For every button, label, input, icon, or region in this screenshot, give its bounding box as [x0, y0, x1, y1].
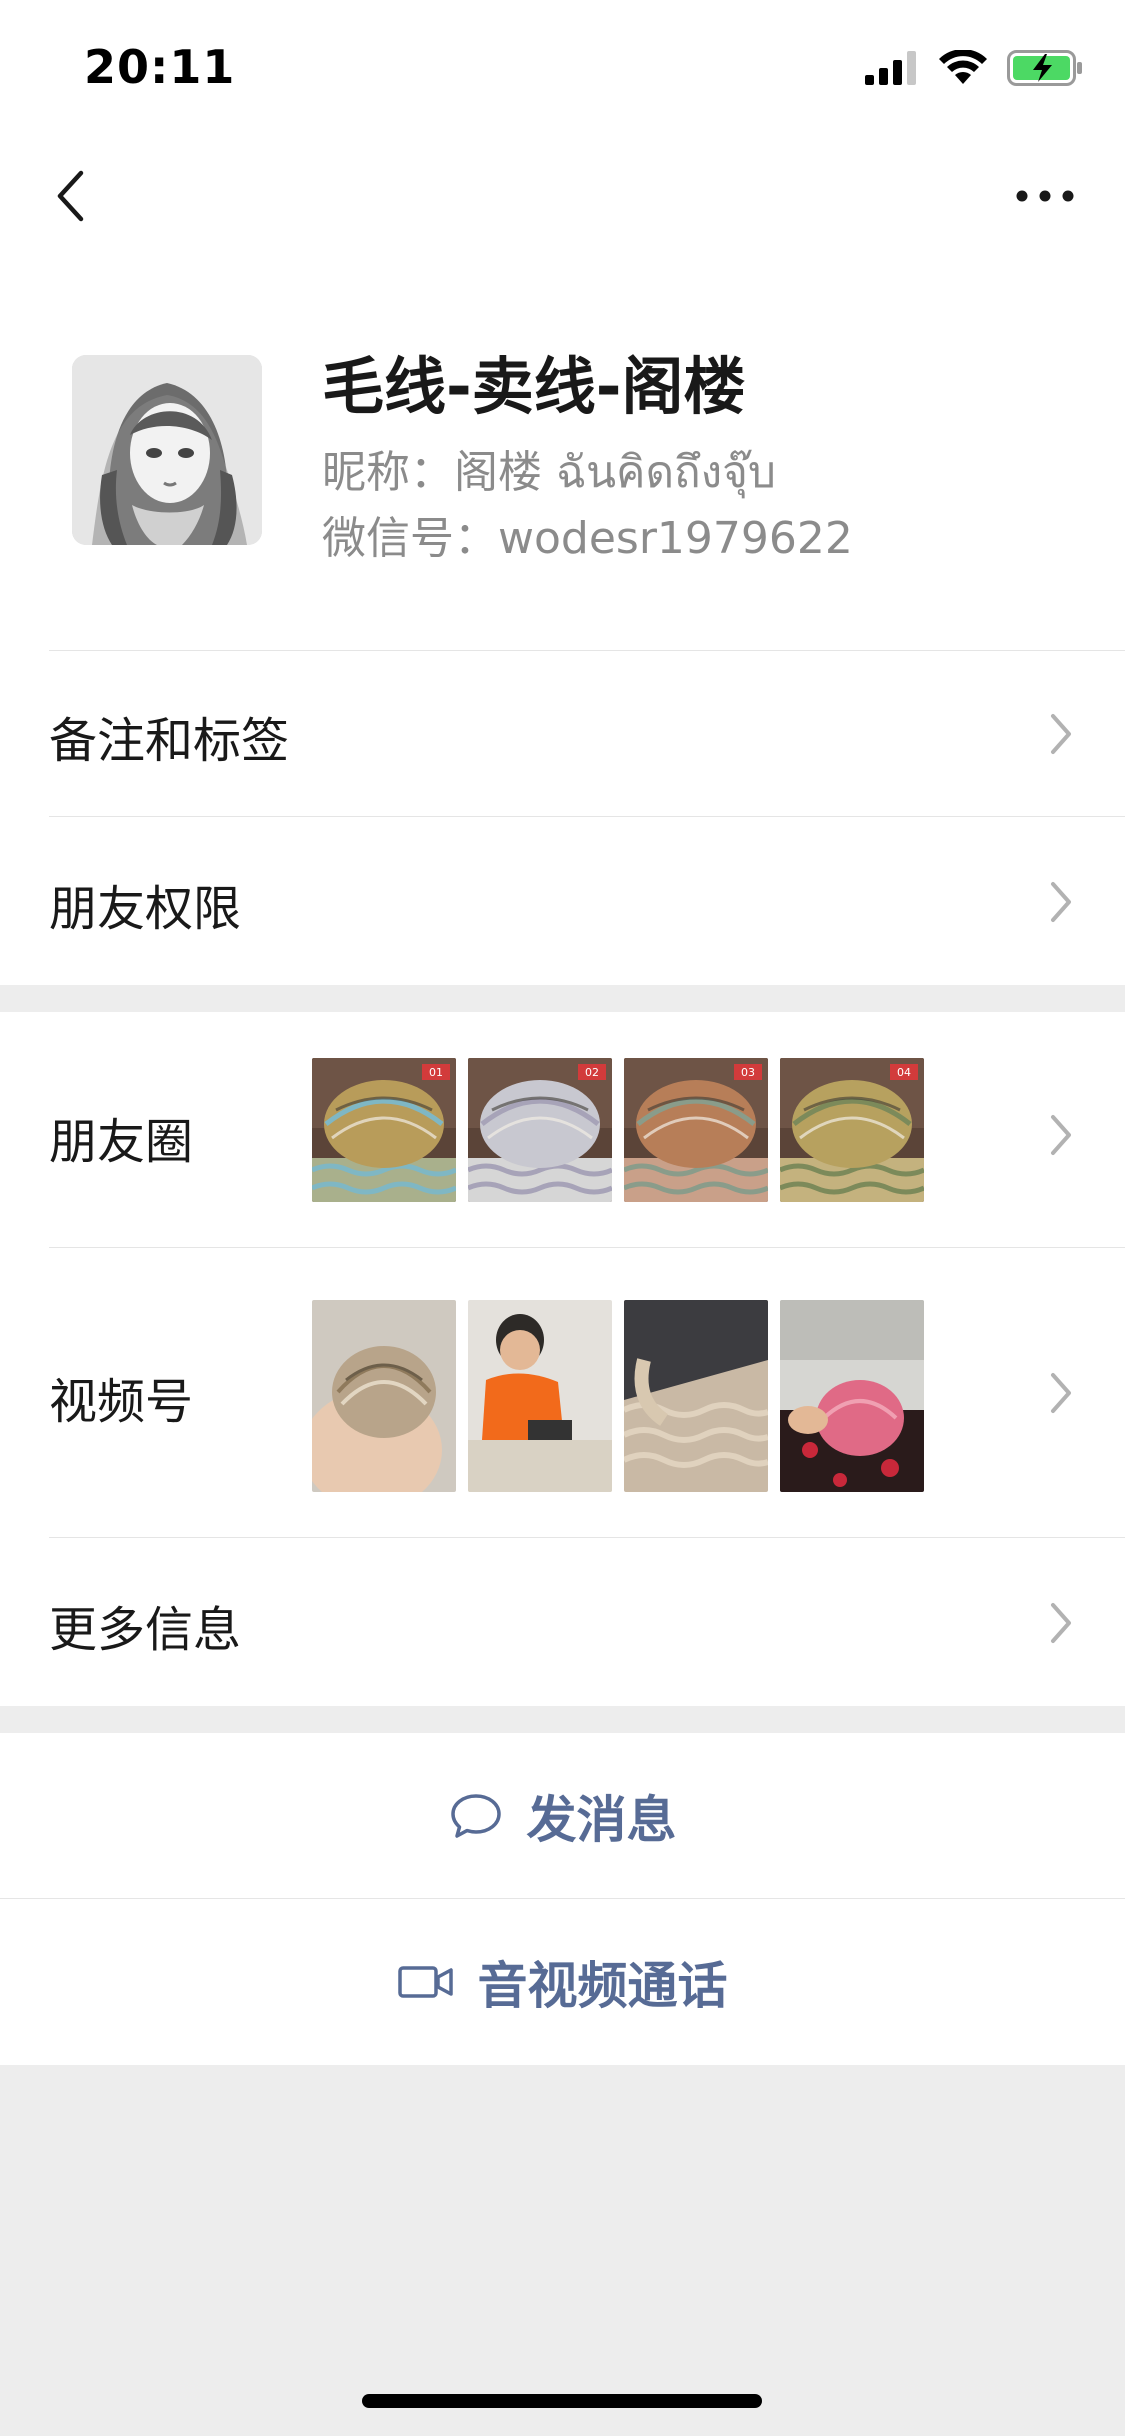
row-label-more-info: 更多信息: [49, 1602, 242, 1658]
moment-thumbnail-tag: 01: [429, 1066, 443, 1079]
chat-bubble-icon: [450, 1794, 501, 1838]
moment-thumbnail: 03: [624, 1058, 768, 1202]
video-call-label: 音视频通话: [477, 1957, 728, 2015]
video-camera-icon: [397, 1966, 453, 1998]
row-remarks-tags[interactable]: 备注和标签: [0, 651, 1125, 817]
home-indicator: [362, 2394, 762, 2408]
moment-thumbnail-tag: 04: [897, 1066, 911, 1079]
profile-header: 毛线-卖线-阁楼 昵称：阁楼 ฉันคิดถึงจุ๊บ 微信号：wodesr1…: [0, 256, 1125, 651]
wechat-id-value: wodesr1979622: [498, 513, 853, 564]
chevron-left-icon: [57, 170, 84, 222]
channel-thumbnail: [780, 1300, 924, 1492]
status-icons: [865, 50, 1083, 86]
moments-thumbnails: 01 02 03 04: [312, 1058, 924, 1202]
send-message-button[interactable]: 发消息: [0, 1733, 1125, 1899]
chevron-right-icon: [1051, 882, 1071, 922]
row-label-friend-permissions: 朋友权限: [49, 881, 242, 937]
moment-thumbnail: 02: [468, 1058, 612, 1202]
knitted-fabric-image: [624, 1300, 768, 1492]
nickname-line: 昵称：阁楼 ฉันคิดถึงจุ๊บ: [322, 436, 776, 507]
contact-profile-screen: 20:11 毛线-卖线-阁楼 昵称：阁楼 ฉันคิดถึงจุ๊บ 微信号：w…: [0, 0, 1125, 2436]
moment-thumbnail: 01: [312, 1058, 456, 1202]
chevron-right-icon: [1051, 1115, 1071, 1155]
moment-thumbnail-tag: 03: [741, 1066, 755, 1079]
yarn-ball-image: 02: [468, 1058, 612, 1202]
wechat-id-label: 微信号：: [322, 513, 498, 564]
yarn-in-hand-image: [312, 1300, 456, 1492]
more-dots-icon: [1016, 190, 1074, 202]
back-button[interactable]: [40, 166, 100, 226]
channel-thumbnail: [624, 1300, 768, 1492]
wifi-icon: [939, 50, 987, 84]
chevron-right-icon: [1051, 1603, 1071, 1643]
channel-thumbnail: [312, 1300, 456, 1492]
avatar[interactable]: [72, 355, 262, 545]
yarn-ball-image: 03: [624, 1058, 768, 1202]
row-label-channels: 视频号: [49, 1374, 194, 1430]
nickname-value: 阁楼 ฉันคิดถึงจุ๊บ: [454, 447, 776, 498]
row-more-info[interactable]: 更多信息: [0, 1538, 1125, 1706]
row-moments[interactable]: 朋友圈 01 02 03 04: [0, 1012, 1125, 1248]
row-label-moments: 朋友圈: [49, 1114, 194, 1170]
avatar-portrait-image: [72, 355, 262, 545]
yarn-ball-image: 04: [780, 1058, 924, 1202]
moment-thumbnail-tag: 02: [585, 1066, 599, 1079]
more-options-button[interactable]: [1005, 166, 1085, 226]
cellular-signal-icon: [865, 51, 916, 85]
chevron-right-icon: [1051, 1373, 1071, 1413]
row-friend-permissions[interactable]: 朋友权限: [0, 817, 1125, 985]
nickname-label: 昵称：: [322, 447, 454, 498]
send-message-label: 发消息: [526, 1791, 677, 1849]
row-label-remarks-tags: 备注和标签: [49, 713, 290, 769]
yarn-ball-image: 01: [312, 1058, 456, 1202]
display-name: 毛线-卖线-阁楼: [322, 350, 746, 423]
battery-charging-icon: [1007, 50, 1082, 86]
row-channels[interactable]: 视频号: [0, 1248, 1125, 1538]
wechat-id-line[interactable]: 微信号：wodesr1979622: [322, 502, 853, 566]
navigation-bar: [0, 136, 1125, 256]
channels-thumbnails: [312, 1300, 924, 1492]
child-knitting-image: [468, 1300, 612, 1492]
channel-thumbnail: [468, 1300, 612, 1492]
video-call-button[interactable]: 音视频通话: [0, 1899, 1125, 2065]
moment-thumbnail: 04: [780, 1058, 924, 1202]
chevron-right-icon: [1051, 714, 1071, 754]
status-bar: 20:11: [0, 0, 1125, 136]
pink-yarn-image: [780, 1300, 924, 1492]
status-time: 20:11: [84, 40, 236, 94]
